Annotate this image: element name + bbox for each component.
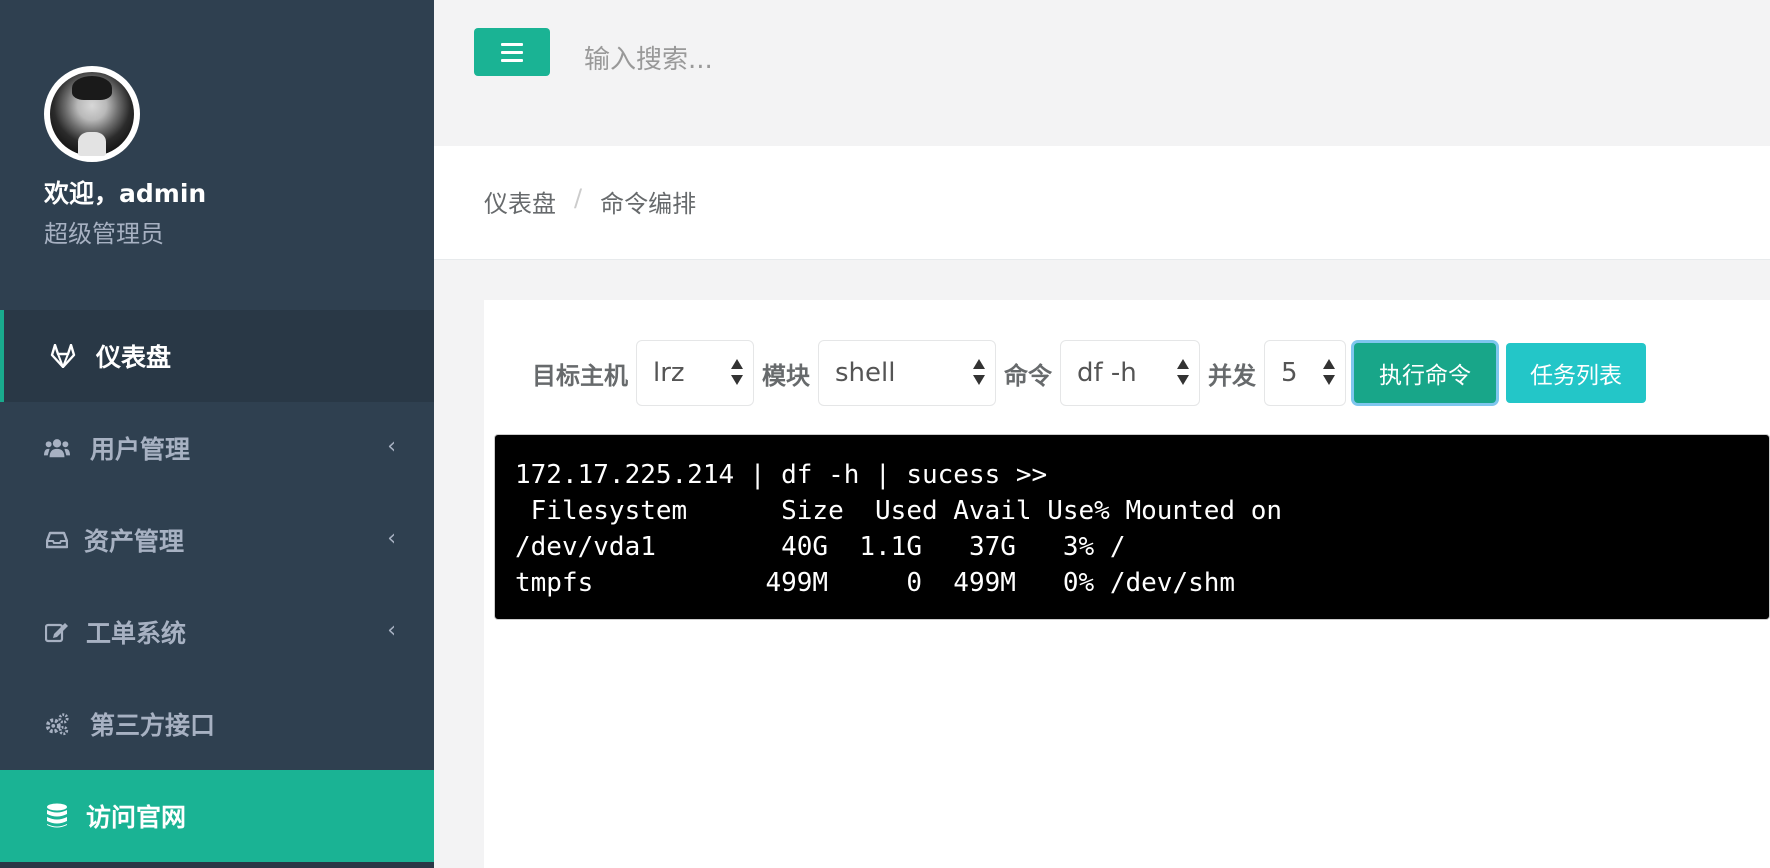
terminal-line: /dev/vda1 40G 1.1G 37G 3% / [515,532,1126,562]
module-select-value: shell [835,358,896,388]
host-select-value: lrz [653,358,685,388]
concurrency-select-value: 5 [1281,358,1298,388]
breadcrumb-home[interactable]: 仪表盘 [484,184,556,219]
breadcrumb-separator: / [574,184,583,212]
host-label: 目标主机 [532,361,628,390]
module-label: 模块 [762,361,810,390]
sidebar-item-user-management[interactable]: 用户管理 ‹ [0,402,434,494]
command-select[interactable]: df -h [1060,340,1200,406]
command-select-value: df -h [1077,358,1137,388]
sidebar-item-label: 用户管理 [90,435,191,464]
command-form: 目标主机 lrz 模块 shell 命令 df -h 并发 5 执行命令 任务列… [524,340,1646,406]
execute-command-button[interactable]: 执行命令 [1354,343,1496,403]
chevron-left-icon: ‹ [387,618,396,643]
task-list-button[interactable]: 任务列表 [1506,343,1646,403]
sidebar-item-ticket-system[interactable]: 工单系统 ‹ [0,586,434,678]
sidebar-item-label: 访问官网 [86,803,187,832]
sidebar-item-official-site[interactable]: 访问官网 [0,770,434,862]
page-heading: 仪表盘 / 命令编排 [434,146,1770,260]
breadcrumb: 仪表盘 / 命令编排 [484,184,696,219]
command-label: 命令 [1004,361,1052,390]
terminal-line: 172.17.225.214 | df -h | sucess >> [515,460,1048,490]
database-icon [44,803,70,829]
inbox-icon [44,527,70,553]
sidebar-item-dashboard[interactable]: 仪表盘 [0,310,434,402]
concurrency-label: 并发 [1208,361,1256,390]
sidebar-item-label: 仪表盘 [96,343,172,372]
breadcrumb-current: 命令编排 [600,190,697,218]
terminal-line: tmpfs 499M 0 499M 0% /dev/shm [515,568,1236,598]
sidebar-nav: 仪表盘 用户管理 ‹ 资产管理 ‹ 工单系统 ‹ 第三方接口 访问官网 [0,310,434,862]
sidebar-item-label: 第三方接口 [90,711,216,740]
sidebar-item-asset-management[interactable]: 资产管理 ‹ [0,494,434,586]
users-icon [44,435,70,461]
search-input[interactable] [584,40,1284,80]
gears-icon [44,711,70,737]
module-select[interactable]: shell [818,340,996,406]
terminal-line: Filesystem Size Used Avail Use% Mounted … [515,496,1283,526]
concurrency-select[interactable]: 5 [1264,340,1346,406]
sidebar-item-label: 工单系统 [86,619,187,648]
hamburger-icon [501,42,523,46]
chevron-left-icon: ‹ [387,434,396,459]
menu-toggle-button[interactable] [474,28,550,76]
profile-block: 欢迎，admin 超级管理员 [44,66,206,249]
edit-icon [44,619,70,645]
chevron-left-icon: ‹ [387,526,396,551]
welcome-text: 欢迎，admin [44,179,207,208]
sidebar-item-label: 资产管理 [84,527,185,556]
terminal-output: 172.17.225.214 | df -h | sucess >> Files… [494,434,1770,620]
user-role: 超级管理员 [44,220,164,248]
gitlab-icon [50,343,76,369]
host-select[interactable]: lrz [636,340,754,406]
avatar[interactable] [44,66,140,162]
sidebar-bottom-strip [0,862,434,868]
sidebar: 欢迎，admin 超级管理员 仪表盘 用户管理 ‹ 资产管理 ‹ 工单系统 ‹ … [0,0,434,868]
sidebar-item-third-party-api[interactable]: 第三方接口 [0,678,434,770]
